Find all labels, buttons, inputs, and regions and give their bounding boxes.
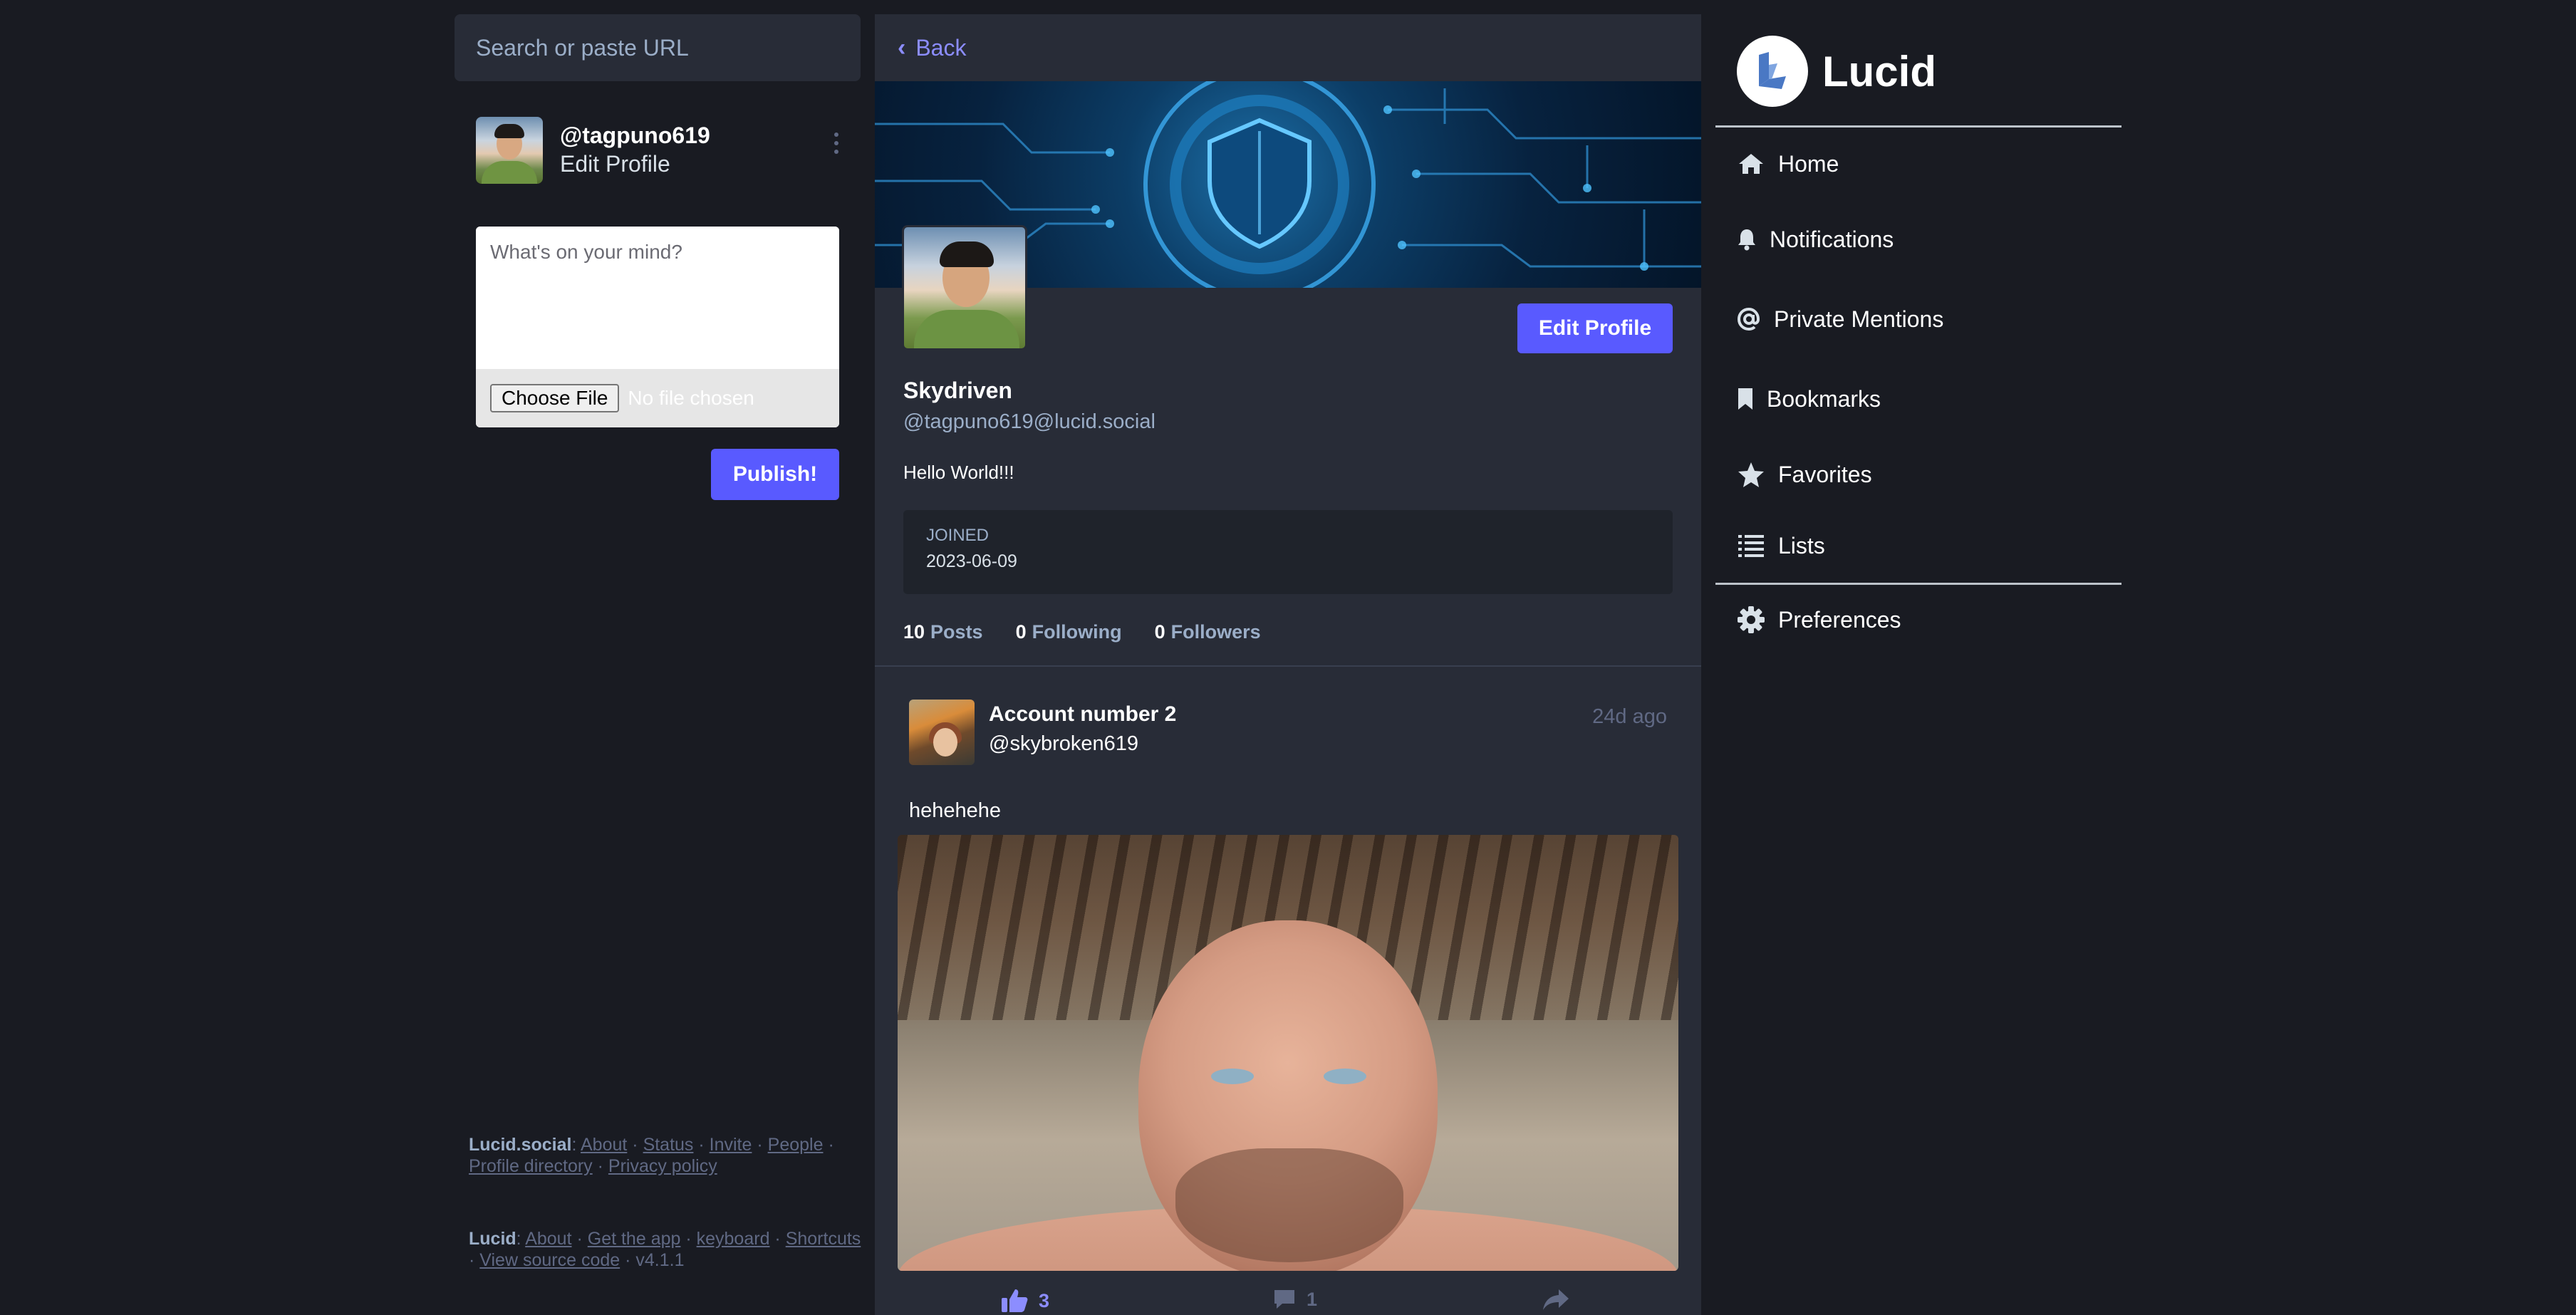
nav-item-lists[interactable]: Lists [1737, 531, 1825, 560]
post-author-avatar[interactable] [909, 700, 975, 765]
post-content: hehehehe [909, 799, 1002, 822]
post-media-image[interactable] [898, 835, 1678, 1271]
edit-profile-button[interactable]: Edit Profile [1517, 303, 1673, 353]
back-label: Back [915, 34, 967, 61]
app-footer: Lucid: About · Get the app · keyboard · … [469, 1229, 861, 1270]
share-icon [1543, 1289, 1569, 1310]
divider [1715, 583, 2121, 585]
home-icon [1737, 150, 1765, 178]
app-name: Lucid [469, 1229, 516, 1249]
search-input[interactable] [476, 34, 861, 61]
footer-link-shortcuts[interactable]: Shortcuts [786, 1229, 861, 1249]
divider [1715, 125, 2121, 128]
joined-label: JOINED [926, 526, 990, 545]
brand-logo[interactable]: Lucid [1737, 36, 1936, 107]
nav-item-favorites[interactable]: Favorites [1737, 460, 1872, 489]
nav-item-home[interactable]: Home [1737, 150, 1839, 178]
left-column: @tagpuno619 Edit Profile Choose File No … [455, 14, 861, 1315]
footer-link-about[interactable]: About [581, 1135, 627, 1155]
following-count[interactable]: 0 Following [1016, 621, 1122, 643]
gear-icon [1737, 605, 1765, 634]
bell-icon [1737, 225, 1757, 254]
joined-field: JOINED 2023-06-09 [903, 510, 1673, 594]
footer-link-keyboard[interactable]: keyboard [697, 1229, 770, 1249]
footer-link-app-about[interactable]: About [525, 1229, 571, 1249]
profile-bio: Hello World!!! [903, 462, 1014, 483]
app-version: v4.1.1 [635, 1250, 685, 1270]
footer-link-source-code[interactable]: View source code [479, 1250, 620, 1270]
choose-file-button[interactable]: Choose File [490, 384, 620, 412]
compose-form: Choose File No file chosen [476, 227, 839, 427]
list-icon [1737, 531, 1765, 560]
server-footer: Lucid.social: About · Status · Invite · … [469, 1135, 834, 1176]
thumbs-up-icon [1002, 1289, 1028, 1312]
footer-link-invite[interactable]: Invite [710, 1135, 752, 1155]
compose-textarea[interactable] [476, 227, 839, 369]
back-button[interactable]: ‹ Back [875, 14, 1701, 81]
edit-profile-link[interactable]: Edit Profile [560, 151, 670, 177]
post-actions: 3 1 [875, 1288, 1701, 1315]
profile-counts: 10 Posts 0 Following 0 Followers [903, 621, 1261, 643]
post-author-handle[interactable]: @skybroken619 [989, 732, 1138, 756]
share-button[interactable] [1542, 1288, 1570, 1312]
nav-label: Favorites [1778, 461, 1872, 487]
divider [875, 665, 1701, 667]
lucid-logo-icon [1737, 36, 1808, 107]
at-icon [1737, 305, 1761, 333]
nav-item-preferences[interactable]: Preferences [1737, 605, 1901, 634]
nav-label: Preferences [1778, 606, 1901, 633]
joined-date: 2023-06-09 [926, 551, 1017, 571]
nav-item-notifications[interactable]: Notifications [1737, 225, 1894, 254]
file-upload-bar: Choose File No file chosen [476, 369, 839, 427]
like-button[interactable]: 3 [1000, 1288, 1049, 1314]
star-icon [1737, 460, 1765, 489]
server-name: Lucid.social [469, 1135, 572, 1155]
like-count: 3 [1039, 1289, 1050, 1311]
current-account: @tagpuno619 Edit Profile [476, 117, 839, 184]
nav-label: Notifications [1770, 226, 1894, 252]
reply-count: 1 [1307, 1288, 1318, 1310]
profile-avatar[interactable] [902, 225, 1027, 350]
nav-label: Private Mentions [1774, 306, 1944, 332]
bookmark-icon [1737, 385, 1754, 413]
post-author-name[interactable]: Account number 2 [989, 702, 1176, 727]
chevron-left-icon: ‹ [898, 33, 906, 61]
profile-column: ‹ Back Edit Profile Skydriven @tagpuno61… [875, 14, 1701, 1315]
account-handle[interactable]: @tagpuno619 [560, 123, 710, 149]
nav-item-bookmarks[interactable]: Bookmarks [1737, 385, 1881, 413]
footer-link-people[interactable]: People [768, 1135, 824, 1155]
reply-button[interactable]: 1 [1272, 1288, 1317, 1311]
comment-icon [1274, 1290, 1294, 1309]
post-timestamp[interactable]: 24d ago [1587, 705, 1667, 729]
search-bar[interactable] [455, 14, 861, 81]
posts-count[interactable]: 10 Posts [903, 621, 983, 643]
footer-link-privacy-policy[interactable]: Privacy policy [608, 1156, 717, 1176]
profile-handle: @tagpuno619@lucid.social [903, 410, 1155, 433]
nav-label: Home [1778, 150, 1839, 177]
navigation-panel: Lucid Home Notifications Private Mention… [1715, 14, 2121, 655]
nav-item-private-mentions[interactable]: Private Mentions [1737, 305, 1943, 333]
avatar[interactable] [476, 117, 543, 184]
profile-display-name: Skydriven [903, 378, 1012, 403]
no-file-label: No file chosen [628, 387, 754, 409]
followers-count[interactable]: 0 Followers [1155, 621, 1261, 643]
publish-button[interactable]: Publish! [711, 449, 839, 500]
footer-link-profile-directory[interactable]: Profile directory [469, 1156, 593, 1176]
nav-label: Lists [1778, 532, 1825, 558]
footer-link-status[interactable]: Status [643, 1135, 694, 1155]
nav-label: Bookmarks [1767, 385, 1881, 412]
brand-name: Lucid [1822, 47, 1936, 95]
footer-link-get-app[interactable]: Get the app [588, 1229, 681, 1249]
more-options-icon[interactable] [832, 132, 841, 154]
